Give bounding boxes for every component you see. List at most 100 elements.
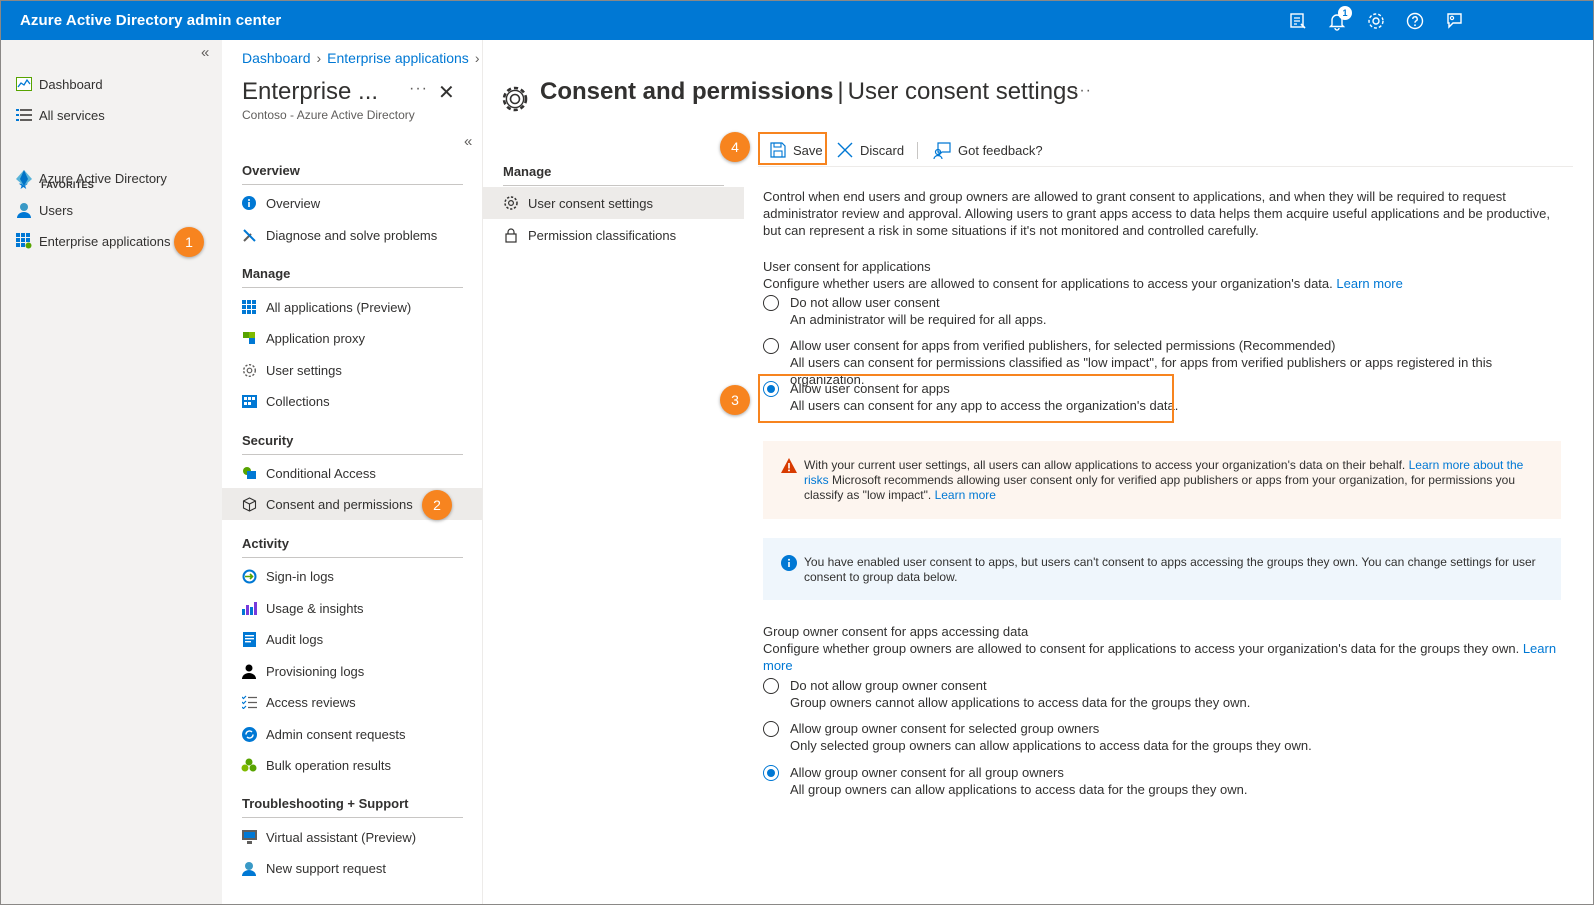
radio-description: An administrator will be required for al…	[790, 312, 1047, 327]
feedback-portal-icon[interactable]	[1288, 11, 1308, 31]
aad-icon	[15, 169, 33, 187]
menu-item-usage-insights[interactable]: Usage & insights	[222, 592, 482, 624]
more-options-button[interactable]: ···	[409, 80, 428, 98]
warning-icon	[781, 458, 797, 477]
app-proxy-icon	[240, 329, 258, 347]
menu-item-label: Virtual assistant (Preview)	[266, 829, 417, 845]
menu-item-diagnose[interactable]: Diagnose and solve problems	[222, 219, 482, 251]
gear-icon	[240, 361, 258, 379]
notification-badge: 1	[1338, 6, 1352, 20]
nav-item-dashboard[interactable]: Dashboard	[15, 72, 103, 96]
sign-in-icon	[240, 567, 258, 585]
menu-item-sign-in-logs[interactable]: Sign-in logs	[222, 560, 482, 592]
user-icon	[15, 201, 33, 219]
user-consent-description: Configure whether users are allowed to c…	[763, 275, 1563, 292]
group-consent-heading: Group owner consent for apps accessing d…	[763, 624, 1029, 639]
warning-text-1: With your current user settings, all use…	[804, 458, 1406, 472]
more-options-button[interactable]: ···	[1073, 82, 1092, 100]
nav-item-label: All services	[39, 107, 105, 123]
feedback-label: Got feedback?	[958, 142, 1043, 158]
breadcrumb-enterprise-applications[interactable]: Enterprise applications	[327, 50, 469, 66]
enterprise-apps-blade: Dashboard › Enterprise applications › Enter…	[222, 40, 483, 904]
menu-item-virtual-assistant[interactable]: Virtual assistant (Preview)	[222, 821, 482, 853]
title-separator: |	[837, 78, 844, 105]
nav-item-users[interactable]: Users	[15, 198, 73, 222]
submenu-header: Manage	[503, 164, 724, 186]
feedback-icon[interactable]	[1444, 11, 1464, 31]
page-title-section: User consent settings	[847, 78, 1079, 105]
selection-highlight	[758, 374, 1174, 423]
breadcrumb-dashboard[interactable]: Dashboard	[242, 50, 311, 66]
chevron-right-icon: ›	[316, 50, 322, 66]
radio-option-selected-group-owners[interactable]: Allow group owner consent for selected g…	[763, 720, 1312, 754]
submenu-item-user-consent-settings[interactable]: User consent settings	[483, 187, 744, 219]
menu-item-conditional-access[interactable]: Conditional Access	[222, 457, 482, 489]
radio-button[interactable]	[763, 295, 779, 311]
user-consent-desc-text: Configure whether users are allowed to c…	[763, 276, 1333, 291]
menu-item-label: Diagnose and solve problems	[266, 227, 438, 243]
radio-option-no-group-consent[interactable]: Do not allow group owner consent Group ow…	[763, 677, 1250, 711]
collapse-blade-menu-button[interactable]: «	[464, 133, 472, 150]
lock-icon	[503, 227, 519, 243]
radio-button-selected[interactable]	[763, 765, 779, 781]
consent-settings-blade: Consent and permissions | User consent set…	[483, 40, 1593, 904]
radio-button[interactable]	[763, 721, 779, 737]
menu-item-collections[interactable]: Collections	[222, 385, 482, 417]
top-bar: Azure Active Directory admin center 1	[1, 1, 1593, 40]
command-bar: Save Discard Got feedback?	[758, 132, 1573, 167]
submenu-item-permission-classifications[interactable]: Permission classifications	[483, 219, 744, 251]
radio-option-no-user-consent[interactable]: Do not allow user consent An administrato…	[763, 294, 1047, 328]
menu-item-audit-logs[interactable]: Audit logs	[222, 623, 482, 655]
radio-label: Allow group owner consent for selected g…	[790, 721, 1100, 736]
blade-subtitle: Contoso - Azure Active Directory	[242, 108, 415, 122]
radio-description: All group owners can allow applications …	[790, 782, 1248, 797]
warning-text-2: Microsoft recommends allowing user conse…	[804, 473, 1515, 502]
learn-more-link[interactable]: Learn more	[935, 488, 996, 502]
learn-more-link[interactable]: Learn more	[1336, 276, 1402, 291]
menu-item-bulk-operation-results[interactable]: Bulk operation results	[222, 749, 482, 781]
cube-icon	[240, 495, 258, 513]
collections-icon	[240, 392, 258, 410]
app-title[interactable]: Azure Active Directory admin center	[20, 12, 281, 29]
collapse-nav-button[interactable]: «	[201, 44, 209, 61]
nav-item-all-services[interactable]: All services	[15, 103, 105, 127]
save-icon	[770, 142, 786, 158]
help-icon[interactable]	[1405, 11, 1425, 31]
menu-item-application-proxy[interactable]: Application proxy	[222, 322, 482, 354]
callout-1: 1	[174, 227, 204, 257]
menu-item-label: Provisioning logs	[266, 663, 365, 679]
menu-item-user-settings[interactable]: User settings	[222, 354, 482, 386]
gear-icon[interactable]	[1366, 11, 1386, 31]
bell-icon[interactable]: 1	[1327, 6, 1352, 31]
menu-item-all-applications[interactable]: All applications (Preview)	[222, 291, 482, 323]
blade-title: Enterprise ...	[242, 78, 379, 105]
discard-button[interactable]: Discard	[837, 134, 904, 166]
menu-item-overview[interactable]: Overview	[222, 187, 482, 219]
nav-item-enterprise-applications[interactable]: Enterprise applications	[15, 229, 171, 253]
menu-item-label: Audit logs	[266, 631, 324, 647]
close-icon	[837, 142, 853, 158]
bar-chart-icon	[240, 599, 258, 617]
info-icon	[781, 555, 797, 575]
radio-button[interactable]	[763, 678, 779, 694]
feedback-button[interactable]: Got feedback?	[933, 134, 1043, 166]
toolbar-divider	[917, 142, 918, 159]
bulk-operations-icon	[240, 756, 258, 774]
radio-description: Only selected group owners can allow app…	[790, 738, 1312, 753]
wrench-icon	[240, 226, 258, 244]
discard-label: Discard	[860, 142, 905, 158]
menu-item-provisioning-logs[interactable]: Provisioning logs	[222, 655, 482, 687]
save-button[interactable]: Save	[770, 134, 823, 166]
menu-item-label: User settings	[266, 362, 342, 378]
nav-item-azure-ad[interactable]: Azure Active Directory	[15, 166, 167, 190]
page-title: Consent and permissions | User consent set…	[540, 78, 1078, 106]
close-icon[interactable]: ✕	[438, 80, 455, 105]
menu-item-admin-consent-requests[interactable]: Admin consent requests	[222, 718, 482, 750]
radio-button[interactable]	[763, 338, 779, 354]
menu-item-new-support-request[interactable]: New support request	[222, 852, 482, 884]
radio-label: Do not allow group owner consent	[790, 678, 987, 693]
nav-item-label: Azure Active Directory	[39, 170, 167, 186]
menu-item-access-reviews[interactable]: Access reviews	[222, 686, 482, 718]
radio-option-all-group-owners[interactable]: Allow group owner consent for all group …	[763, 764, 1247, 798]
menu-item-label: Usage & insights	[266, 600, 364, 616]
